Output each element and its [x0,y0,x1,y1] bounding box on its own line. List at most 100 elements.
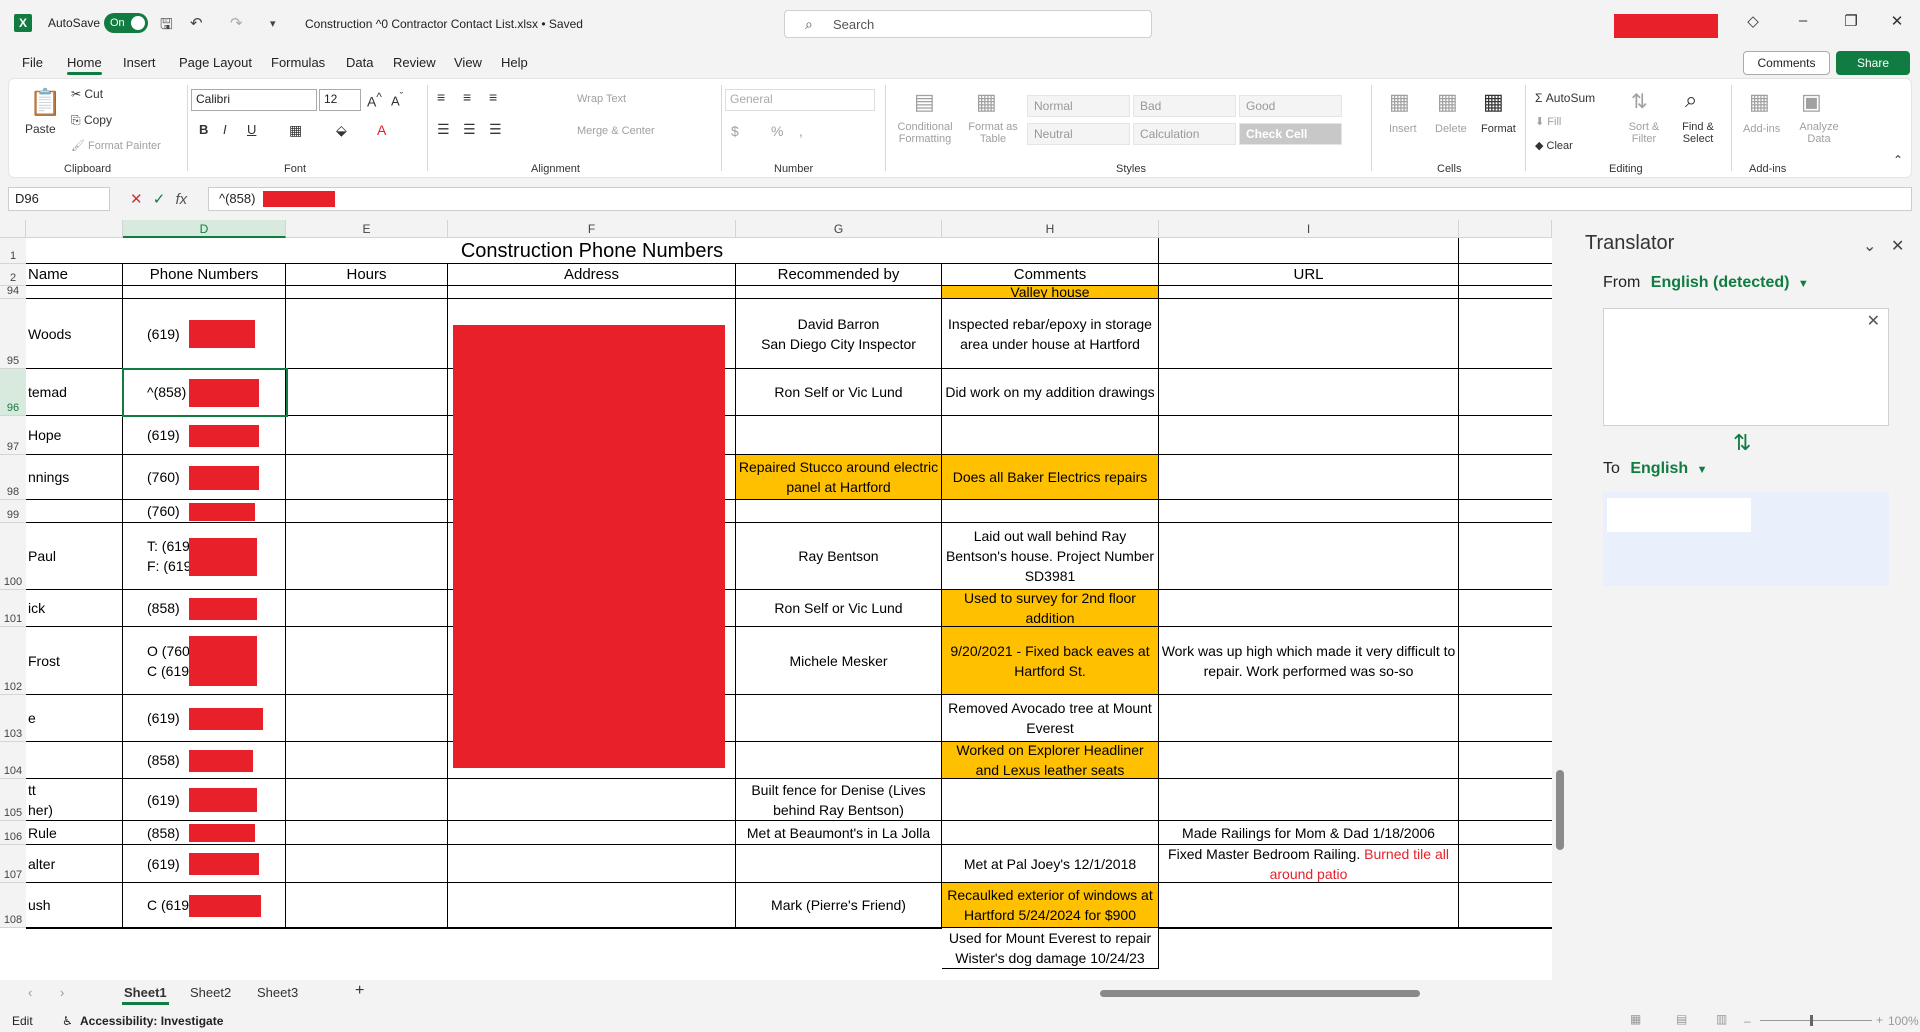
empty-cell[interactable] [1459,455,1552,500]
cell-hours[interactable] [286,590,448,627]
minimize-icon[interactable]: – [1788,12,1818,29]
empty-cell[interactable] [1459,845,1552,883]
cell-url[interactable] [1159,883,1459,928]
cell-address[interactable] [448,928,736,929]
zoom-slider[interactable] [1760,1020,1872,1021]
cell-hours[interactable] [286,286,448,299]
cell-phone[interactable]: (619) [123,695,286,742]
cell-hours[interactable] [286,369,448,416]
align-top-icon[interactable]: ≡ [437,89,445,105]
cell-hours[interactable] [286,779,448,821]
conditional-formatting-icon[interactable]: ▤ [914,89,935,115]
swap-languages-icon[interactable]: ⇅ [1733,430,1751,456]
add-ins-button[interactable]: Add-ins [1743,123,1780,135]
cell-phone[interactable]: (760) [123,500,286,523]
analyze-data-icon[interactable]: ▣ [1801,89,1822,115]
cell-name[interactable]: Hope [26,416,123,455]
bold-icon[interactable]: B [199,122,208,137]
comma-icon[interactable]: , [799,123,803,139]
row-header[interactable]: 102 [0,627,26,695]
add-ins-icon[interactable]: ▦ [1749,89,1770,115]
accessibility-status[interactable]: Accessibility: Investigate [80,1014,223,1028]
copy-button[interactable]: ⎘ Copy [71,113,112,128]
row-header[interactable]: 2 [0,264,26,286]
empty-cell[interactable] [1459,590,1552,627]
tab-sheet3[interactable]: Sheet3 [257,985,298,1000]
vertical-scrollbar[interactable] [1552,220,1568,980]
cell-comments[interactable]: Used to survey for 2nd floor addition [942,590,1159,627]
merge-center-button[interactable]: Merge & Center [577,125,655,137]
tab-view[interactable]: View [454,55,482,70]
to-language-select[interactable]: English [1630,460,1688,477]
align-left-icon[interactable]: ☰ [437,121,450,138]
cell-phone[interactable]: (858) [123,742,286,779]
autosave-toggle[interactable]: On [104,13,148,33]
redo-icon[interactable]: ↷ [230,14,243,32]
column-header-c[interactable] [26,220,123,238]
chevron-down-icon[interactable]: ⌄ [1863,236,1876,256]
sort-filter-button[interactable]: Sort & Filter [1623,121,1665,145]
empty-cell[interactable] [1459,416,1552,455]
cell-url[interactable] [1159,416,1459,455]
cell-name[interactable] [26,928,123,929]
row-header[interactable]: 95 [0,299,26,369]
column-header-f[interactable]: F [448,220,736,238]
cell-phone[interactable] [123,928,286,929]
cell-comments[interactable]: Inspected rebar/epoxy in storage area un… [942,299,1159,369]
close-pane-icon[interactable]: ✕ [1891,236,1904,256]
format-cells-icon[interactable]: ▦ [1483,89,1504,115]
cell-name[interactable] [26,742,123,779]
style-check-cell[interactable]: Check Cell [1239,123,1342,145]
cell-recommended[interactable]: Met at Beaumont's in La Jolla [736,821,942,845]
cell-recommended[interactable] [736,845,942,883]
style-good[interactable]: Good [1239,95,1342,117]
tab-sheet1[interactable]: Sheet1 [122,985,169,1005]
spreadsheet-grid[interactable]: D E F G H I 1 2 94 95 96 97 98 99 100 101 102 103 10… [0,220,1568,980]
cell-comments[interactable]: Did work on my addition drawings [942,369,1159,416]
cell-url[interactable] [1159,695,1459,742]
delete-cells-button[interactable]: Delete [1435,123,1467,135]
cell-hours[interactable] [286,627,448,695]
cell-recommended[interactable]: Michele Mesker [736,627,942,695]
cell-address[interactable] [448,845,736,883]
cell-hours[interactable] [286,299,448,369]
row-header[interactable]: 101 [0,590,26,627]
paste-button[interactable]: Paste [25,122,56,136]
clear-button[interactable]: ◆ Clear [1535,139,1573,152]
cell-hours[interactable] [286,523,448,590]
scroll-tabs-left-icon[interactable]: ‹ [28,985,32,1000]
zoom-in-icon[interactable]: + [1876,1013,1883,1027]
cell-recommended[interactable]: Mark (Pierre's Friend) [736,883,942,928]
zoom-slider-thumb[interactable] [1810,1015,1813,1026]
row-header[interactable]: 107 [0,845,26,883]
cell-phone[interactable]: (619) [123,845,286,883]
empty-cell[interactable] [1459,883,1552,928]
cell-url[interactable] [1159,286,1459,299]
row-header[interactable]: 104 [0,742,26,779]
formula-input[interactable]: ^(858) [208,187,1912,211]
empty-cell[interactable] [1459,238,1552,264]
cell-hours[interactable] [286,821,448,845]
column-header-d[interactable]: D [123,220,286,238]
paste-icon[interactable]: 📋 [29,87,61,118]
row-header[interactable]: 100 [0,523,26,590]
sort-filter-icon[interactable]: ⇅ [1631,89,1648,114]
find-select-icon[interactable]: ⌕ [1685,87,1697,113]
accessibility-icon[interactable]: ♿ [62,1014,73,1028]
cell-comments[interactable]: 9/20/2021 - Fixed back eaves at Hartford… [942,627,1159,695]
cell-hours[interactable] [286,455,448,500]
cell-comments[interactable]: Recaulked exterior of windows at Hartfor… [942,883,1159,928]
cell-address[interactable] [448,779,736,821]
empty-cell[interactable] [1459,500,1552,523]
font-size-select[interactable]: 12 [319,89,361,111]
cell-hours[interactable] [286,500,448,523]
delete-cells-icon[interactable]: ▦ [1437,89,1458,115]
column-title-phone[interactable]: Phone Numbers [123,264,286,286]
tab-page-layout[interactable]: Page Layout [179,55,252,70]
save-icon[interactable]: 🖫 [160,14,173,39]
cell-name[interactable]: nnings [26,455,123,500]
empty-cell[interactable] [1459,821,1552,845]
format-as-table-button[interactable]: Format as Table [965,121,1021,145]
empty-cell[interactable] [1459,779,1552,821]
empty-cell[interactable] [1459,695,1552,742]
